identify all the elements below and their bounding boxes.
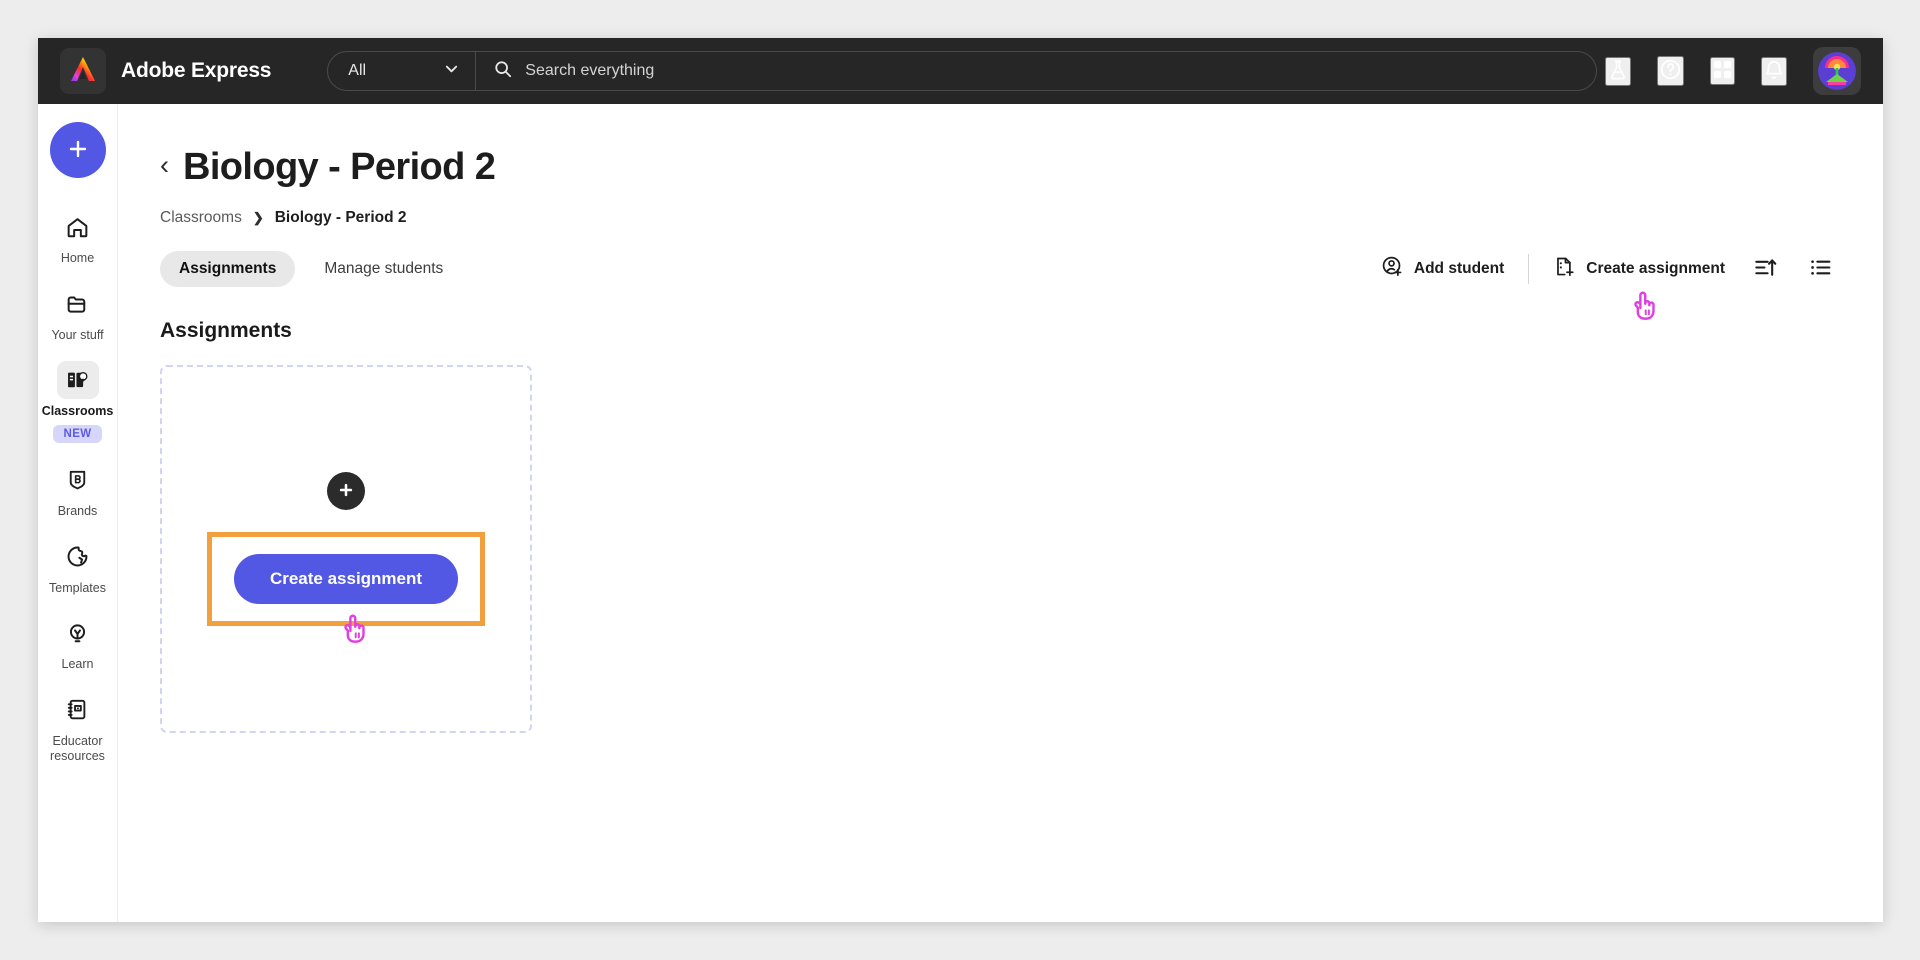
plus-icon <box>337 481 355 502</box>
avatar-button[interactable] <box>1813 47 1861 95</box>
list-view-icon <box>1808 255 1833 283</box>
search-input[interactable]: Search everything <box>476 52 1596 90</box>
add-student-button[interactable]: Add student <box>1379 251 1506 287</box>
document-plus-icon <box>1553 255 1576 283</box>
folder-icon <box>57 285 99 323</box>
search-scope-select[interactable]: All <box>328 52 477 90</box>
apps-grid-icon <box>1712 59 1733 83</box>
app-window: Adobe Express All Search everything Home… <box>38 38 1883 922</box>
sidebar-item-brands[interactable]: Brands <box>39 461 117 520</box>
top-bar: Adobe Express All Search everything <box>38 38 1883 104</box>
adobe-express-logo <box>68 55 98 88</box>
toolbar-actions: Add student Create assignment <box>1379 251 1837 320</box>
empty-assignment-card[interactable]: Create assignment <box>160 365 532 733</box>
beaker-icon <box>1607 59 1629 84</box>
sidebar-item-label: Your stuff <box>51 327 104 342</box>
brand-shield-icon <box>57 461 99 499</box>
create-assignment-toolbar-button[interactable]: Create assignment <box>1551 251 1727 287</box>
create-new-button[interactable] <box>49 122 106 178</box>
search-bar: All Search everything <box>327 51 1598 91</box>
sidebar-item-label: Educator resources <box>50 733 105 764</box>
help-circle-icon <box>1659 58 1682 84</box>
chevron-right-icon: ❯ <box>252 210 264 225</box>
sidebar-item-educator-resources[interactable]: Educator resources <box>39 691 117 765</box>
body: Home Your stuff Classrooms NEW Brands Te… <box>38 104 1883 922</box>
sidebar-item-learn[interactable]: Learn <box>39 614 117 673</box>
bell-icon <box>1763 59 1785 84</box>
highlight-box: Create assignment <box>206 532 486 643</box>
sidebar-item-label: Learn <box>61 657 94 672</box>
toolbar-row: Assignments Manage students Add student … <box>160 251 1837 320</box>
classroom-icon <box>56 361 99 400</box>
toolbar-divider <box>1528 254 1530 284</box>
sort-button[interactable] <box>1749 251 1782 287</box>
sidebar-item-label: Templates <box>49 580 106 595</box>
sidebar-item-templates[interactable]: Templates <box>39 538 117 597</box>
adobe-express-logo-button[interactable] <box>60 48 106 94</box>
brand-name: Adobe Express <box>121 59 272 82</box>
title-row: ‹ Biology - Period 2 <box>160 146 1837 189</box>
notebook-icon <box>57 691 99 729</box>
search-icon <box>494 60 512 83</box>
pointing-hand-cursor <box>340 611 370 650</box>
chevron-down-icon <box>444 61 459 81</box>
breadcrumb-current: Biology - Period 2 <box>274 209 407 226</box>
add-student-label: Add student <box>1413 260 1505 277</box>
lightbulb-icon <box>57 614 99 652</box>
sidebar-item-label: Home <box>60 251 95 265</box>
help-button[interactable] <box>1657 56 1684 86</box>
breadcrumb-classrooms[interactable]: Classrooms <box>160 209 242 227</box>
apps-button[interactable] <box>1710 57 1735 85</box>
sidebar-item-label: Classrooms <box>41 404 114 419</box>
assignments-grid: Create assignment <box>160 365 1837 733</box>
sidebar-item-classrooms[interactable]: Classrooms NEW <box>39 361 117 443</box>
sidebar: Home Your stuff Classrooms NEW Brands Te… <box>38 104 118 922</box>
create-assignment-toolbar-label: Create assignment <box>1586 260 1725 277</box>
back-button[interactable]: ‹ <box>160 152 169 183</box>
templates-icon <box>57 538 99 576</box>
plus-icon <box>66 137 90 164</box>
add-assignment-plus-button[interactable] <box>327 472 365 510</box>
create-assignment-button[interactable]: Create assignment <box>233 554 459 604</box>
section-title: Assignments <box>160 319 292 342</box>
home-icon <box>57 208 99 246</box>
labs-button[interactable] <box>1605 56 1631 86</box>
sidebar-item-label: Brands <box>57 503 98 518</box>
sort-ascending-icon <box>1753 255 1778 283</box>
topbar-actions <box>1605 47 1861 95</box>
notifications-button[interactable] <box>1761 56 1787 86</box>
tabs: Assignments Manage students <box>160 251 462 287</box>
list-view-button[interactable] <box>1804 251 1837 287</box>
status-badge: NEW <box>53 424 102 443</box>
user-plus-icon <box>1381 255 1404 283</box>
main-content: ‹ Biology - Period 2 Classrooms ❯ Biolog… <box>118 104 1883 922</box>
tab-manage-students[interactable]: Manage students <box>305 251 462 287</box>
sidebar-item-home[interactable]: Home <box>39 208 117 267</box>
breadcrumb: Classrooms ❯ Biology - Period 2 <box>160 209 1837 227</box>
tab-assignments[interactable]: Assignments <box>160 251 296 287</box>
sidebar-item-your-stuff[interactable]: Your stuff <box>39 285 117 344</box>
avatar <box>1818 52 1856 90</box>
page-title: Biology - Period 2 <box>183 146 496 188</box>
search-scope-value: All <box>348 62 367 79</box>
search-placeholder: Search everything <box>525 62 655 79</box>
